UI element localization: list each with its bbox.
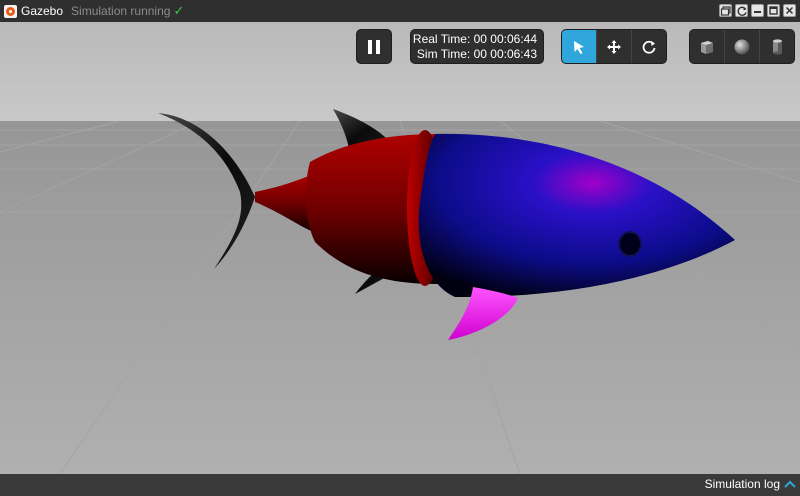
manipulation-modes xyxy=(562,30,666,63)
cylinder-icon xyxy=(773,38,782,55)
time-display: Real Time: 00 00:06:44 Sim Time: 00 00:0… xyxy=(411,30,543,63)
pause-icon xyxy=(368,39,380,54)
maximize-icon[interactable] xyxy=(767,4,780,17)
insert-cylinder-button[interactable] xyxy=(759,30,794,63)
simulation-log-label: Simulation log xyxy=(704,477,780,491)
insert-box-button[interactable] xyxy=(690,30,724,63)
rotate-icon xyxy=(642,40,656,54)
translate-mode-button[interactable] xyxy=(596,30,631,63)
simulation-status: Simulation running xyxy=(71,4,171,18)
pause-group xyxy=(357,30,391,63)
translate-icon xyxy=(607,39,621,54)
pause-button[interactable] xyxy=(357,30,391,63)
app-title: Gazebo xyxy=(21,4,64,18)
close-icon[interactable] xyxy=(783,4,796,17)
scene-render xyxy=(0,22,800,474)
refresh-icon[interactable] xyxy=(735,4,748,17)
3d-viewport[interactable]: Real Time: 00 00:06:44 Sim Time: 00 00:0… xyxy=(0,22,800,474)
restore-icon[interactable] xyxy=(719,4,732,17)
rotate-mode-button[interactable] xyxy=(631,30,666,63)
gazebo-window: Gazebo Simulation running ✓ Real Time: 0… xyxy=(0,0,800,496)
insert-sphere-button[interactable] xyxy=(724,30,759,63)
select-arrow-icon xyxy=(574,40,584,54)
window-controls xyxy=(719,4,796,17)
status-bar: Simulation log xyxy=(0,474,800,496)
gazebo-logo-icon xyxy=(4,4,17,18)
sphere-icon xyxy=(734,39,750,54)
box-icon xyxy=(701,40,713,54)
sim-time: Sim Time: 00 00:06:43 xyxy=(416,47,537,61)
checkmark-icon: ✓ xyxy=(173,3,185,19)
shape-insert-tools xyxy=(690,30,794,63)
real-time: Real Time: 00 00:06:44 xyxy=(412,32,537,46)
simulation-log-toggle[interactable]: Simulation log xyxy=(705,477,796,491)
chevron-up-icon xyxy=(784,480,796,488)
title-bar: Gazebo Simulation running ✓ xyxy=(0,0,800,22)
minimize-icon[interactable] xyxy=(751,4,764,17)
select-mode-button[interactable] xyxy=(562,30,596,63)
